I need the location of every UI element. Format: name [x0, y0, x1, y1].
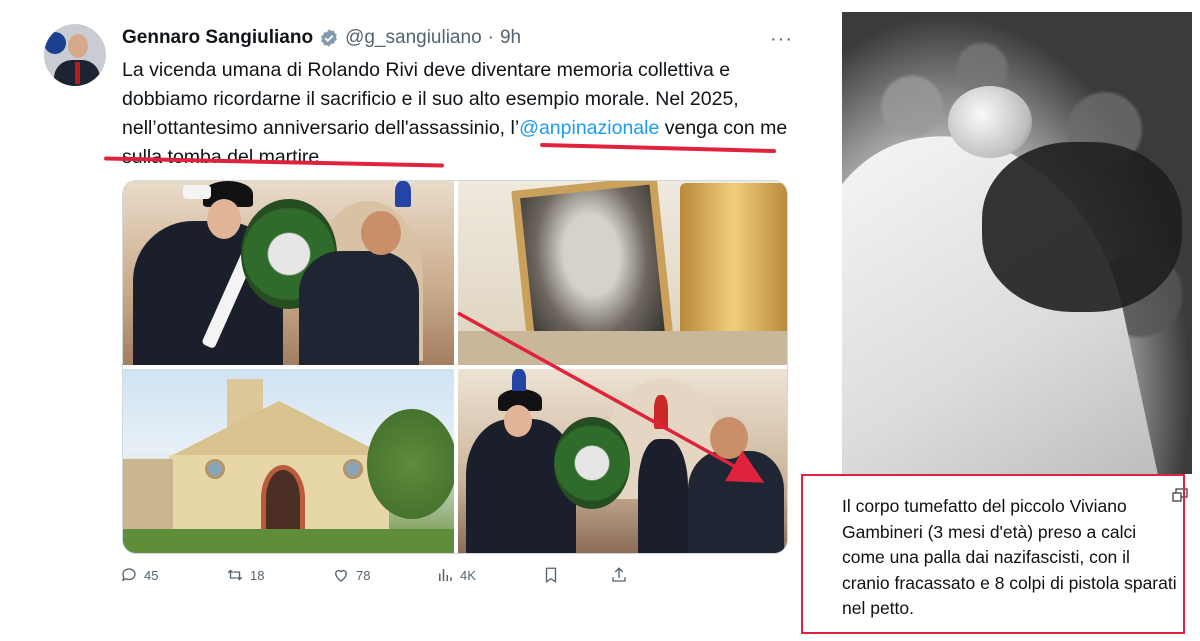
- plume-shape: [654, 395, 668, 429]
- portrait-photo-shape: [520, 184, 666, 356]
- wreath-shape: [554, 417, 630, 509]
- man-head-shape: [361, 211, 401, 255]
- soldier-shape: [638, 439, 688, 553]
- avatar[interactable]: [44, 24, 106, 86]
- retweet-count: 18: [250, 567, 265, 583]
- heart-icon: [335, 569, 347, 582]
- views-button[interactable]: 4K: [436, 566, 476, 584]
- more-options-icon[interactable]: ···: [770, 28, 793, 51]
- tweet-media-grid: [122, 180, 788, 554]
- avatar-flag-shape: [44, 32, 66, 54]
- man-head-shape: [710, 417, 748, 459]
- header-separator: ·: [487, 27, 494, 48]
- church-roof-shape: [169, 401, 389, 457]
- retweet-button[interactable]: 18: [226, 566, 264, 584]
- retweet-icon: [227, 569, 243, 581]
- altar-table-shape: [458, 331, 787, 365]
- side-building-shape: [123, 459, 173, 529]
- reply-button[interactable]: 45: [120, 566, 158, 584]
- lawn-shape: [123, 529, 454, 553]
- avatar-tie-shape: [75, 62, 80, 84]
- views-count: 4K: [460, 567, 476, 583]
- mention-link[interactable]: @anpinazionale: [519, 117, 659, 139]
- red-box-annotation: [801, 474, 1185, 634]
- rose-window-shape: [343, 459, 363, 479]
- plume-shape: [512, 369, 526, 391]
- media-photo-4[interactable]: [458, 369, 787, 553]
- reply-icon: [121, 568, 136, 582]
- views-icon: [439, 569, 452, 581]
- soldier-face-shape: [504, 405, 532, 437]
- head-shape: [948, 86, 1032, 158]
- shadow-shape: [982, 142, 1182, 312]
- like-count: 78: [356, 567, 371, 583]
- tree-shape: [367, 409, 454, 519]
- tweet-text: La vicenda umana di Rolando Rivi deve di…: [122, 56, 792, 172]
- tweet-card: Gennaro Sangiuliano @g_sangiuliano · 9h …: [0, 0, 810, 641]
- salute-glove-shape: [183, 185, 211, 199]
- verified-badge-icon: [321, 29, 337, 47]
- rose-window-shape: [205, 459, 225, 479]
- man-suit-shape: [299, 251, 419, 365]
- bookmark-icon: [545, 567, 557, 584]
- church-door-shape: [261, 465, 305, 531]
- media-photo-1[interactable]: [123, 181, 454, 365]
- share-icon: [612, 567, 626, 582]
- man-suit-shape: [688, 451, 784, 553]
- tweet-header: Gennaro Sangiuliano @g_sangiuliano · 9h: [122, 26, 521, 50]
- share-button[interactable]: [610, 566, 628, 584]
- tweet-action-bar: 45 18 78 4K: [120, 566, 640, 586]
- black-and-white-photo: [842, 12, 1192, 482]
- media-photo-3[interactable]: [123, 369, 454, 553]
- like-button[interactable]: 78: [332, 566, 370, 584]
- media-photo-2[interactable]: [458, 181, 787, 365]
- reply-count: 45: [144, 567, 159, 583]
- avatar-head-shape: [68, 34, 88, 58]
- author-handle[interactable]: @g_sangiuliano: [345, 27, 482, 49]
- bookmark-button[interactable]: [542, 566, 560, 584]
- plume-shape: [395, 181, 411, 207]
- tabernacle-shape: [680, 183, 787, 343]
- author-name[interactable]: Gennaro Sangiuliano: [122, 27, 313, 49]
- soldier-face-shape: [207, 199, 241, 239]
- tweet-timestamp[interactable]: 9h: [500, 27, 521, 49]
